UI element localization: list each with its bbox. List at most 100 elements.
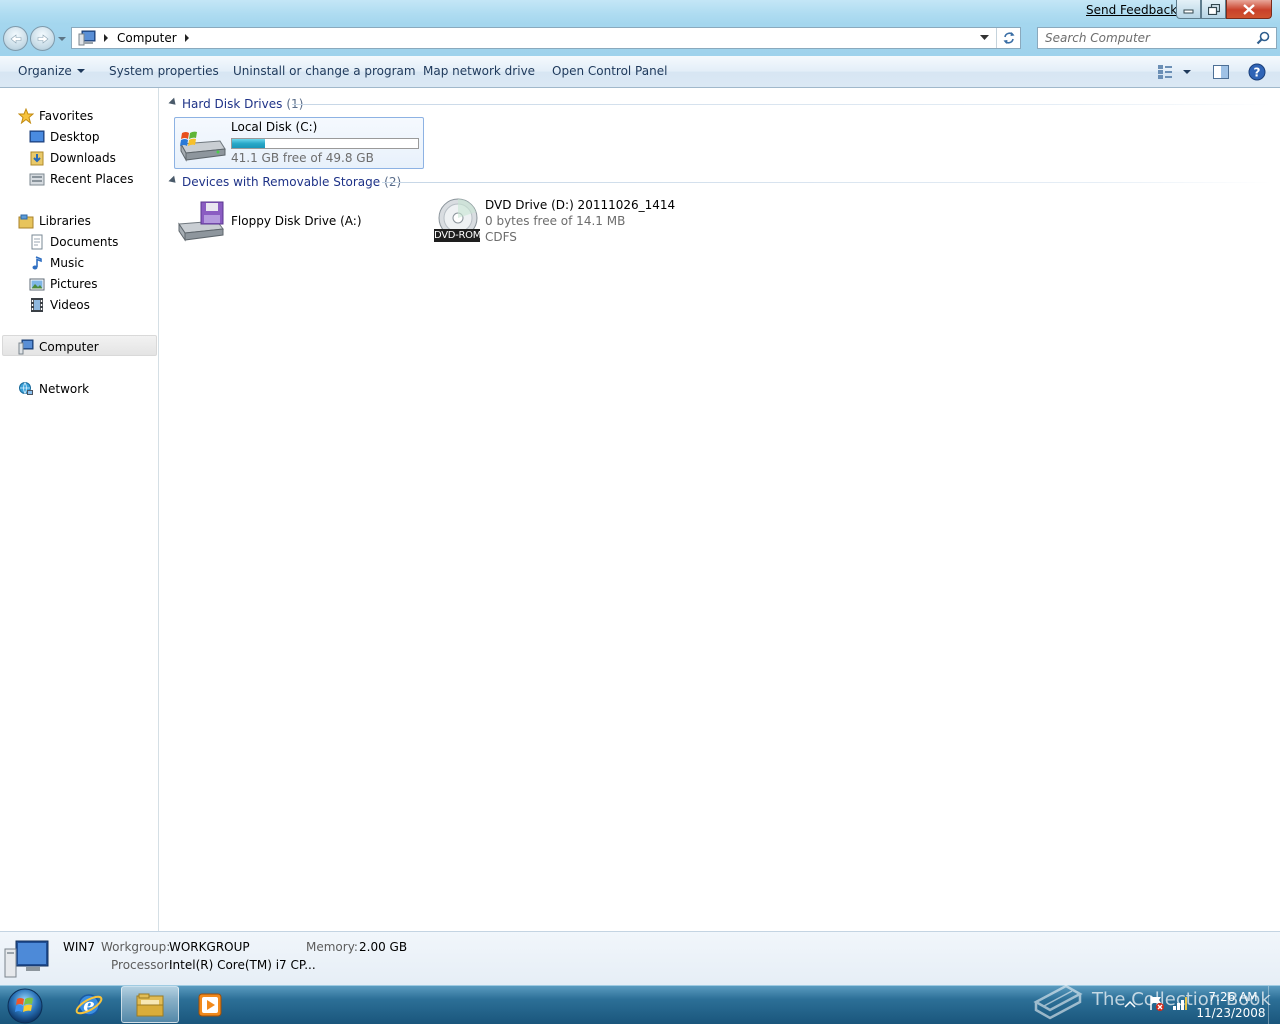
drive-tile-dvd[interactable]: DVD-ROM DVD Drive (D:) 20111026_1414 0 b…	[430, 196, 690, 246]
nav-item-pictures[interactable]: Pictures	[29, 273, 98, 294]
nav-item-label: Recent Places	[50, 171, 134, 186]
group-label: Devices with Removable Storage	[182, 175, 381, 189]
downloads-folder-icon	[30, 151, 44, 165]
back-button[interactable]	[3, 26, 28, 51]
nav-item-label: Videos	[50, 297, 90, 312]
svg-text:?: ?	[1254, 66, 1261, 80]
address-history-dropdown[interactable]	[974, 28, 994, 48]
navigation-pane: Favorites Desktop Downloads Recent Place…	[0, 88, 159, 931]
libraries-icon	[18, 214, 34, 228]
drive-tile-local-disk[interactable]: Local Disk (C:) 41.1 GB free of 49.8 GB	[174, 117, 424, 169]
network-globe-icon	[19, 381, 33, 395]
taskbar-windows-explorer[interactable]	[121, 986, 179, 1023]
restore-button[interactable]	[1201, 0, 1226, 19]
workgroup-key: Workgroup:	[101, 940, 171, 954]
nav-item-label: Favorites	[39, 108, 94, 123]
preview-pane-icon	[1213, 65, 1229, 79]
nav-item-music[interactable]: Music	[29, 252, 84, 273]
nav-item-label: Network	[39, 381, 90, 396]
nav-item-downloads[interactable]: Downloads	[29, 147, 116, 168]
pictures-icon	[29, 278, 45, 290]
search-input[interactable]	[1038, 28, 1250, 48]
disk-usage-bar-fill	[232, 139, 265, 148]
collapse-triangle-icon[interactable]	[168, 97, 179, 108]
collapse-triangle-icon[interactable]	[168, 175, 179, 186]
map-network-drive-button[interactable]: Map network drive	[423, 64, 535, 78]
nav-item-network[interactable]: Network	[18, 378, 89, 399]
nav-item-label: Desktop	[50, 129, 100, 144]
preview-pane-button[interactable]	[1212, 64, 1230, 80]
system-properties-button[interactable]: System properties	[109, 64, 219, 78]
start-button[interactable]	[5, 987, 45, 1024]
nav-item-label: Libraries	[39, 213, 91, 228]
breadcrumb-separator-icon[interactable]	[184, 34, 189, 42]
nav-item-libraries[interactable]: Libraries	[18, 210, 91, 231]
nav-item-label: Music	[50, 255, 85, 270]
drive-filesystem: CDFS	[485, 230, 517, 244]
nav-item-label: Pictures	[50, 276, 98, 291]
nav-item-favorites[interactable]: Favorites	[18, 105, 93, 126]
search-icon[interactable]	[1256, 31, 1270, 45]
nav-item-recent-places[interactable]: Recent Places	[29, 168, 133, 189]
chevron-down-icon	[1183, 70, 1191, 74]
disk-usage-bar	[231, 138, 419, 149]
change-view-button[interactable]	[1157, 64, 1193, 80]
close-button[interactable]	[1226, 0, 1272, 19]
group-divider	[382, 182, 1272, 183]
view-tiles-icon	[1158, 65, 1172, 79]
organize-label: Organize	[18, 64, 72, 78]
address-bar[interactable]: Computer	[71, 27, 1021, 49]
network-status-icon[interactable]	[1172, 995, 1188, 1011]
minimize-icon	[1183, 9, 1194, 13]
desktop-icon	[29, 130, 45, 142]
send-feedback-link[interactable]: Send Feedback	[1086, 3, 1177, 17]
organize-menu[interactable]: Organize	[18, 64, 85, 78]
recent-places-icon	[29, 173, 45, 185]
memory-value: 2.00 GB	[359, 940, 408, 954]
forward-arrow-icon	[37, 33, 48, 44]
show-desktop-button[interactable]	[1268, 986, 1280, 1024]
minimize-button[interactable]	[1176, 0, 1201, 19]
drive-tile-floppy[interactable]: Floppy Disk Drive (A:)	[174, 196, 414, 244]
navigation-bar: Computer	[0, 24, 1280, 56]
action-center-flag-icon[interactable]	[1148, 995, 1164, 1011]
chevron-down-icon	[979, 35, 989, 40]
refresh-button[interactable]	[996, 28, 1020, 48]
media-player-icon	[198, 993, 222, 1016]
nav-item-videos[interactable]: Videos	[29, 294, 90, 315]
close-icon	[1243, 3, 1255, 15]
group-header-hard-disk-drives[interactable]: Hard Disk Drives (1)	[168, 95, 303, 113]
help-icon[interactable]: ?	[1248, 63, 1266, 81]
taskbar-internet-explorer[interactable]: e	[60, 986, 118, 1023]
show-hidden-icons-arrow[interactable]	[1124, 999, 1136, 1009]
clock-date[interactable]: 11/23/2008	[1196, 1006, 1266, 1020]
folder-icon	[136, 993, 164, 1016]
internet-explorer-icon: e	[75, 993, 103, 1016]
restore-icon	[1207, 3, 1220, 15]
nav-item-desktop[interactable]: Desktop	[29, 126, 100, 147]
computer-name: WIN7	[63, 940, 96, 954]
clock-time[interactable]: 7:26 AM	[1200, 990, 1266, 1004]
chevron-down-icon	[76, 69, 85, 73]
uninstall-program-button[interactable]: Uninstall or change a program	[233, 64, 416, 78]
breadcrumb-computer[interactable]: Computer	[117, 31, 177, 45]
title-bar: Send Feedback	[0, 0, 1280, 24]
nav-item-documents[interactable]: Documents	[29, 231, 118, 252]
drive-name: Local Disk (C:)	[231, 120, 318, 134]
nav-item-computer[interactable]: Computer	[18, 336, 99, 357]
command-bar: Organize System properties Uninstall or …	[0, 56, 1280, 88]
search-box[interactable]	[1037, 27, 1277, 49]
nav-item-label: Computer	[39, 339, 99, 354]
group-header-removable-storage[interactable]: Devices with Removable Storage (2)	[168, 173, 401, 191]
recent-pages-dropdown-icon[interactable]	[57, 34, 67, 44]
forward-button[interactable]	[30, 26, 55, 51]
group-divider	[292, 104, 1272, 105]
floppy-drive-icon	[178, 201, 224, 242]
memory-key: Memory:	[306, 940, 358, 954]
breadcrumb-separator-icon[interactable]	[104, 34, 108, 42]
open-control-panel-button[interactable]: Open Control Panel	[552, 64, 667, 78]
nav-item-label: Documents	[50, 234, 119, 249]
taskbar-media-player[interactable]	[181, 986, 239, 1023]
videos-filmstrip-icon	[31, 297, 43, 312]
computer-icon	[4, 940, 49, 978]
